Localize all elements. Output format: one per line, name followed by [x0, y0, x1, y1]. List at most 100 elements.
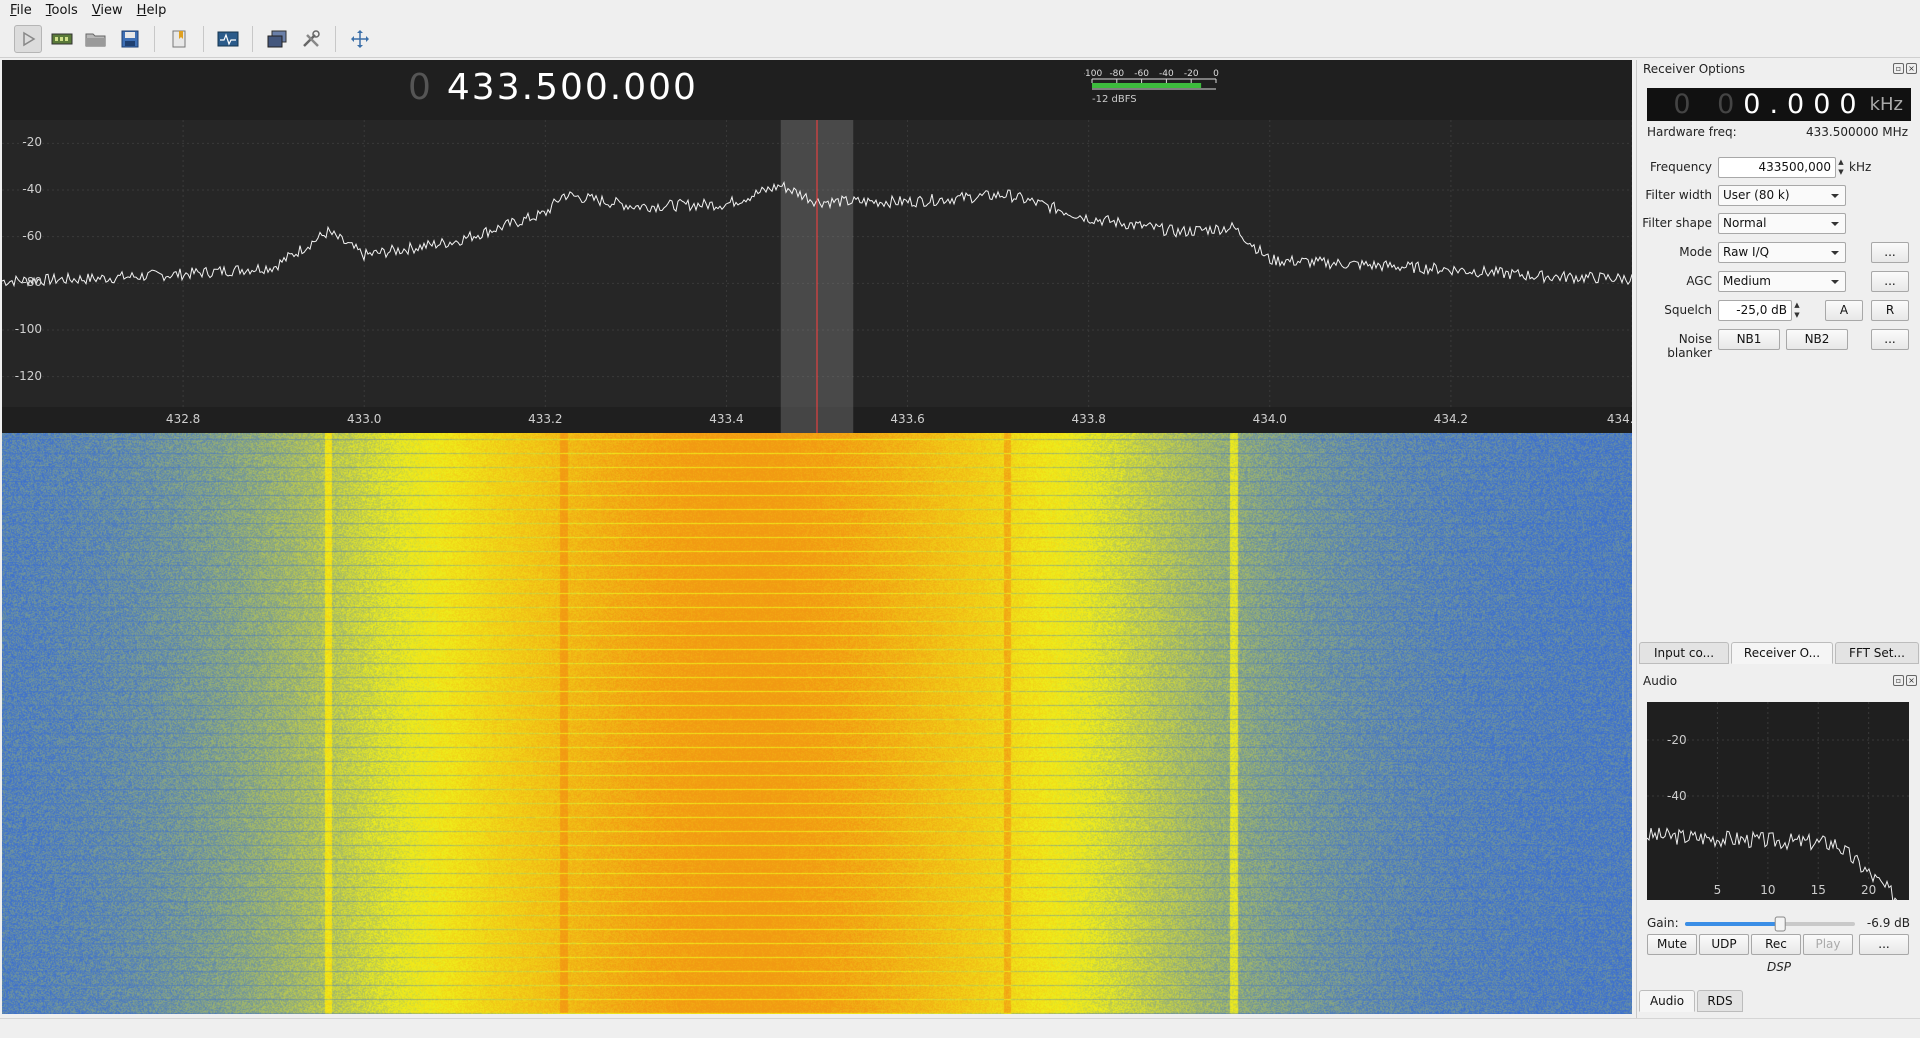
spectrum-plot[interactable]: 0 433.500.000 -100-80-60-40-200-12 dBFS … — [2, 60, 1632, 433]
filter-width-label: Filter width — [1645, 188, 1712, 202]
play-button[interactable]: Play — [1803, 934, 1853, 955]
settings-icon[interactable] — [297, 25, 325, 53]
audio-x-tick-label: 15 — [1811, 883, 1826, 897]
audio-options-button[interactable]: ... — [1859, 934, 1909, 955]
x-tick-label: 433.6 — [890, 412, 925, 426]
io-devices-icon[interactable] — [48, 25, 76, 53]
tab-fft-settings[interactable]: FFT Set... — [1835, 642, 1919, 664]
squelch-label: Squelch — [1664, 303, 1712, 317]
agc-label: AGC — [1686, 274, 1712, 288]
gain-label: Gain: — [1647, 916, 1679, 930]
audio-x-tick-label: 5 — [1714, 883, 1722, 897]
offset-frequency-lcd[interactable]: 0 0 0.000 kHz — [1647, 88, 1911, 121]
toolbar — [0, 20, 1920, 58]
meter-tick-label: -100 — [1084, 69, 1102, 79]
y-tick-label: -100 — [14, 322, 42, 336]
menu-help[interactable]: Help — [131, 3, 175, 18]
meter-tick-label: 0 — [1213, 69, 1219, 79]
tab-receiver-options[interactable]: Receiver O... — [1731, 642, 1833, 664]
frequency-input[interactable]: 433500,000 — [1718, 157, 1836, 178]
float-icon[interactable]: ▫ — [1893, 63, 1904, 74]
mode-select[interactable]: Raw I/Q — [1718, 242, 1846, 263]
frequency-spin[interactable]: ▲ ▼ — [1836, 157, 1846, 178]
mute-button[interactable]: Mute — [1647, 934, 1697, 955]
x-tick-label: 433.0 — [347, 412, 382, 426]
filter-width-select[interactable]: User (80 k) — [1718, 185, 1846, 206]
toolbar-separator — [203, 25, 204, 52]
hardware-freq-label: Hardware freq: — [1647, 125, 1737, 139]
x-tick-label: 433.2 — [528, 412, 563, 426]
frequency-display[interactable]: 0 433.500.000 — [408, 64, 698, 110]
tab-audio[interactable]: Audio — [1639, 990, 1695, 1012]
lcd-dim-digits: 0 0 — [1673, 89, 1744, 120]
udp-button[interactable]: UDP — [1699, 934, 1749, 955]
meter-tick-label: -80 — [1109, 69, 1124, 79]
center-fft-icon[interactable] — [346, 25, 374, 53]
menu-view[interactable]: View — [86, 3, 131, 18]
screenshot-icon[interactable] — [263, 25, 291, 53]
waterfall-display[interactable] — [2, 433, 1632, 1014]
squelch-auto-button[interactable]: A — [1825, 300, 1863, 321]
filter-shape-select[interactable]: Normal — [1718, 213, 1846, 234]
dsp-label: DSP — [1766, 960, 1792, 974]
frequency-leading-digit: 0 — [408, 66, 433, 108]
close-icon[interactable]: × — [1906, 675, 1917, 686]
gain-handle — [1774, 916, 1786, 932]
waterfall-canvas[interactable] — [2, 433, 1632, 1014]
toolbar-separator — [252, 25, 253, 52]
squelch-input[interactable]: -25,0 dB — [1718, 300, 1792, 321]
meter-level-bar — [1092, 83, 1202, 88]
lcd-unit: kHz — [1869, 94, 1903, 115]
save-icon[interactable] — [116, 25, 144, 53]
y-tick-label: -40 — [22, 182, 42, 196]
float-icon[interactable]: ▫ — [1893, 675, 1904, 686]
tab-rds[interactable]: RDS — [1697, 990, 1743, 1012]
y-tick-label: -120 — [14, 368, 42, 383]
meter-tick-label: -40 — [1159, 69, 1174, 79]
menu-tools[interactable]: Tools — [40, 3, 86, 18]
receiver-options-title: Receiver Options — [1643, 62, 1746, 76]
nb2-button[interactable]: NB2 — [1786, 329, 1848, 350]
y-tick-label: -60 — [22, 228, 42, 243]
close-icon[interactable]: × — [1906, 63, 1917, 74]
status-bar — [0, 1018, 1920, 1038]
audio-spectrum-plot[interactable]: -20 -40 5 10 15 20 — [1647, 702, 1909, 900]
noise-blanker-options-button[interactable]: ... — [1871, 329, 1909, 350]
menu-bar: File Tools View Help — [0, 0, 1920, 20]
x-tick-label: 434.0 — [1252, 412, 1287, 426]
menu-file[interactable]: File — [4, 3, 40, 18]
filter-shape-label: Filter shape — [1642, 216, 1712, 230]
spectrum-svg[interactable] — [2, 60, 1632, 433]
audio-spectrum-svg: -20 -40 5 10 15 20 — [1647, 702, 1909, 900]
hardware-freq-value: 433.500000 MHz — [1805, 125, 1908, 139]
right-dock: Receiver Options ▫ × 0 0 0.000 kHz Hardw… — [1636, 60, 1920, 1018]
meter-tick-label: -20 — [1184, 69, 1199, 79]
noise-blanker-label: Noise blanker — [1667, 332, 1712, 360]
toolbar-separator — [335, 25, 336, 52]
remote-control-icon[interactable] — [214, 25, 242, 53]
signal-level-meter: -100 -80 -60 -40 -20 0 -12 dBFS — [1084, 69, 1219, 105]
y-tick-label: -20 — [22, 135, 42, 150]
frequency-unit: kHz — [1849, 160, 1872, 174]
audio-y-tick-label: -40 — [1667, 789, 1687, 803]
bookmark-icon[interactable] — [165, 25, 193, 53]
x-tick-label: 434.2 — [1433, 412, 1469, 426]
gain-slider[interactable] — [1685, 916, 1855, 932]
x-tick-label: 433.8 — [1071, 412, 1106, 426]
agc-options-button[interactable]: ... — [1871, 271, 1909, 292]
audio-y-tick-label: -20 — [1667, 733, 1687, 747]
play-icon[interactable] — [14, 24, 42, 53]
audio-title: Audio — [1643, 674, 1678, 688]
agc-select[interactable]: Medium — [1718, 271, 1846, 292]
y-tick-label: -80 — [22, 275, 42, 290]
open-folder-icon[interactable] — [82, 25, 110, 53]
toolbar-separator — [154, 25, 155, 52]
squelch-reset-button[interactable]: R — [1871, 300, 1909, 321]
gain-value: -6.9 dB — [1866, 916, 1910, 930]
meter-tick-label: -60 — [1134, 69, 1149, 79]
tab-input-controls[interactable]: Input co... — [1639, 642, 1729, 664]
rec-button[interactable]: Rec — [1751, 934, 1801, 955]
squelch-spin[interactable]: ▲ ▼ — [1792, 300, 1802, 321]
nb1-button[interactable]: NB1 — [1718, 329, 1780, 350]
mode-options-button[interactable]: ... — [1871, 242, 1909, 263]
